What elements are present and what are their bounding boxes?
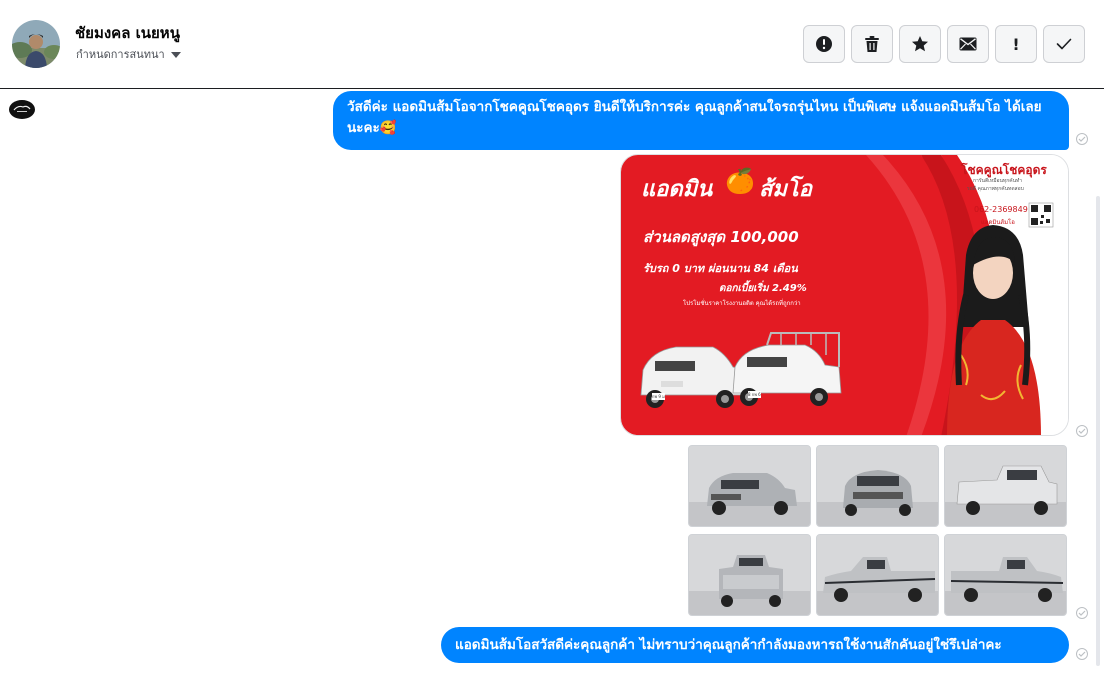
conversation-toolbar: ! [803,25,1085,63]
done-button[interactable] [1043,25,1085,63]
alert-circle-icon [816,36,832,52]
promo-brand-emoji: 🍊 [725,167,755,195]
conversation-settings-dropdown[interactable]: กำหนดการสนทนา [76,45,181,63]
delete-button[interactable] [851,25,893,63]
promo-fineprint: โปรโมชั่นราคาโรงงานอดิต คุณได้รถที่ถูกกว… [683,300,801,307]
seen-check-icon [1076,648,1088,660]
page-avatar [9,100,35,119]
promo-downpayment: รับรถ 0 บาท ผ่อนนาน 84 เดือน [643,262,798,275]
star-button[interactable] [899,25,941,63]
promo-dealer-sub2: รถดี คุณภาพทุกคันทดสอบ [967,186,1024,192]
promo-brand: แอดมิน [641,177,713,202]
promo-plate-2: 8 กพ 6 [748,391,761,398]
star-icon [912,36,928,52]
car-photo-rear[interactable] [688,534,811,616]
message-bubble-followup[interactable]: แอดมินส้มโอสวัสดีค่ะคุณลูกค้า ไม่ทราบว่า… [441,627,1069,663]
trash-icon [865,36,879,52]
promo-discount: ส่วนลดสูงสุด 100,000 [643,228,799,246]
car-photo-front-left[interactable] [688,445,811,527]
envelope-icon [959,37,977,51]
important-button[interactable]: ! [995,25,1037,63]
conversation-header: ชัยมงคล เนยหนู กำหนดการสนทนา ! [0,0,1104,89]
seen-check-icon [1076,607,1088,619]
contact-name[interactable]: ชัยมงคล เนยหนู [75,21,180,45]
promo-plate-1: กพ 9 ม [652,393,665,400]
seen-check-icon [1076,425,1088,437]
message-list-scrollbar[interactable] [1096,196,1100,666]
promo-phone-caption: แอดมินส้มโอ [981,219,1015,226]
promo-image[interactable]: แอดมิน 🍊 ส้มโอ ส่วนลดสูงสุด 100,000 รับร… [620,154,1069,436]
mark-unread-button[interactable] [947,25,989,63]
caret-down-icon [170,52,181,58]
contact-avatar[interactable] [12,20,60,68]
car-photo-side-right[interactable] [944,534,1067,616]
promo-phone: 062-2369849 [974,205,1028,214]
car-photo-front[interactable] [816,445,939,527]
report-button[interactable] [803,25,845,63]
promo-dealer-sub1: การันตีเหมือนทุกคันทำ [973,178,1023,184]
conversation-settings-label: กำหนดการสนทนา [76,48,165,61]
exclamation-icon: ! [1012,34,1020,54]
car-photo-side-left[interactable] [816,534,939,616]
qr-code-graphic [1028,202,1054,228]
message-bubble-greeting[interactable]: วัสดีค่ะ แอดมินส้มโอจากโชคคูณโชคอุดร ยิน… [333,91,1069,150]
page-logo-icon [9,100,35,119]
car-photo-rear-left[interactable] [944,445,1067,527]
promo-interest: ดอกเบี้ยเริ่ม 2.49% [719,283,807,294]
checkmark-icon [1056,38,1072,50]
promo-admin-name: ส้มโอ [759,177,812,202]
seen-check-icon [1076,133,1088,145]
